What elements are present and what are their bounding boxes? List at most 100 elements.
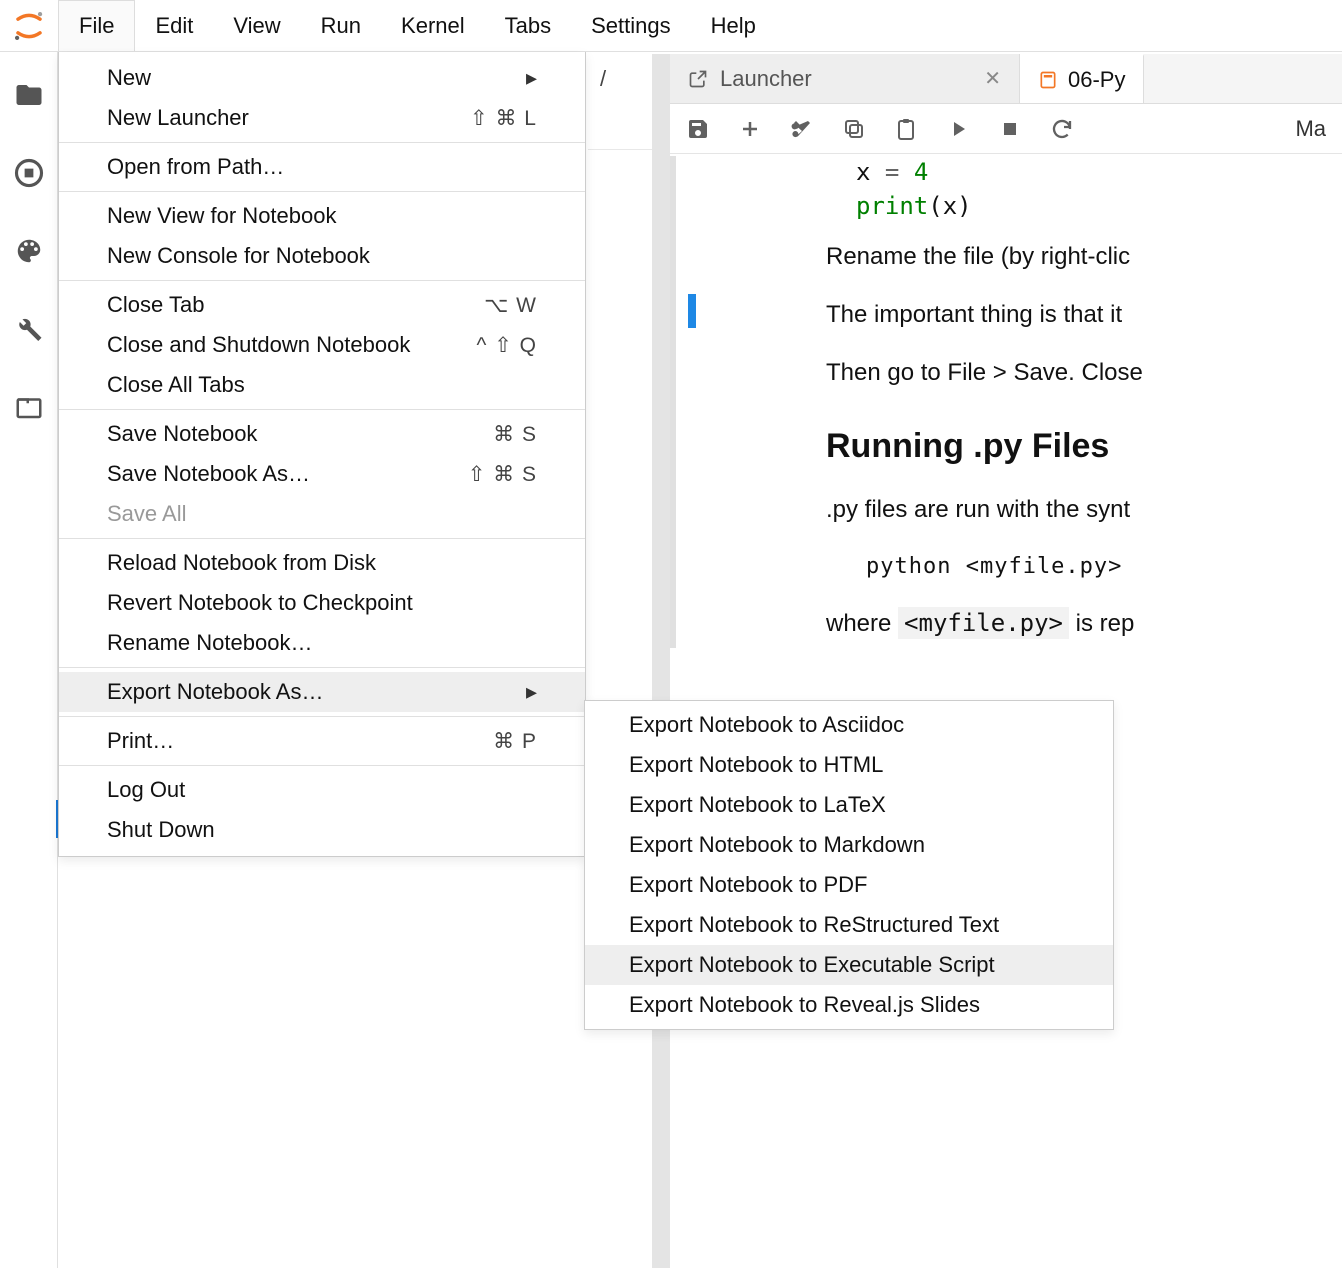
menu-item-new-launcher[interactable]: New Launcher ⇧ ⌘ L <box>59 98 585 138</box>
palette-icon[interactable] <box>14 236 44 266</box>
menu-item-label: Close and Shutdown Notebook <box>107 332 410 358</box>
menu-item-label: Save Notebook <box>107 421 257 447</box>
markdown-code[interactable]: python <myfile.py> <box>696 534 1342 589</box>
menu-item-open-from-path[interactable]: Open from Path… <box>59 147 585 187</box>
run-icon[interactable] <box>946 117 970 141</box>
menu-item-rename-notebook[interactable]: Rename Notebook… <box>59 623 585 663</box>
menubar-item-kernel[interactable]: Kernel <box>381 0 485 51</box>
restart-icon[interactable] <box>1050 117 1074 141</box>
submenu-item-export-notebook-to-reveal-js-slides[interactable]: Export Notebook to Reveal.js Slides <box>585 985 1113 1025</box>
markdown-text[interactable]: The important thing is that it <box>696 281 1342 339</box>
save-icon[interactable] <box>686 117 710 141</box>
menu-item-reload-notebook-from-disk[interactable]: Reload Notebook from Disk <box>59 543 585 583</box>
menu-item-label: Reload Notebook from Disk <box>107 550 376 576</box>
menu-item-label: New Launcher <box>107 105 249 131</box>
export-submenu: Export Notebook to Asciidoc Export Notebo… <box>584 700 1114 1030</box>
chevron-right-icon: ▸ <box>526 679 537 705</box>
tab-bar: Launcher ✕ 06-Py <box>670 54 1342 104</box>
menu-separator <box>59 191 585 192</box>
panel-divider[interactable] <box>652 54 670 1268</box>
menu-separator <box>59 716 585 717</box>
running-icon[interactable] <box>14 158 44 188</box>
menu-item-print[interactable]: Print…⌘ P <box>59 721 585 761</box>
menu-item-label: Log Out <box>107 777 185 803</box>
tabs-icon[interactable] <box>14 392 44 422</box>
cut-icon[interactable] <box>790 117 814 141</box>
menu-item-save-notebook[interactable]: Save Notebook⌘ S <box>59 414 585 454</box>
menu-separator <box>59 538 585 539</box>
submenu-item-label: Export Notebook to HTML <box>629 752 883 778</box>
menu-item-label: Rename Notebook… <box>107 630 312 656</box>
tab-launcher-label: Launcher <box>720 66 812 92</box>
menu-item-export-notebook-as[interactable]: Export Notebook As… ▸ <box>59 672 585 712</box>
menu-item-log-out[interactable]: Log Out <box>59 770 585 810</box>
close-icon[interactable]: ✕ <box>984 66 1001 91</box>
chevron-right-icon: ▸ <box>526 65 537 91</box>
paste-icon[interactable] <box>894 117 918 141</box>
tab-notebook-label: 06-Py <box>1068 67 1125 93</box>
markdown-text[interactable]: where <myfile.py> is rep <box>696 589 1342 648</box>
menu-separator <box>59 280 585 281</box>
menu-shortcut: ⇧ ⌘ L <box>470 106 537 131</box>
cell-type-selector[interactable]: Ma <box>1295 116 1326 142</box>
menu-item-revert-notebook-to-checkpoint[interactable]: Revert Notebook to Checkpoint <box>59 583 585 623</box>
submenu-item-label: Export Notebook to Markdown <box>629 832 925 858</box>
markdown-heading[interactable]: Running .py Files <box>696 397 1342 476</box>
submenu-item-export-notebook-to-latex[interactable]: Export Notebook to LaTeX <box>585 785 1113 825</box>
menu-shortcut: ^ ⇧ Q <box>477 333 537 358</box>
menu-item-new-view-for-notebook[interactable]: New View for Notebook <box>59 196 585 236</box>
jupyter-logo[interactable] <box>0 0 58 51</box>
submenu-item-label: Export Notebook to LaTeX <box>629 792 886 818</box>
submenu-item-label: Export Notebook to Asciidoc <box>629 712 904 738</box>
submenu-item-export-notebook-to-executable-script[interactable]: Export Notebook to Executable Script <box>585 945 1113 985</box>
breadcrumb-slash[interactable]: / <box>600 66 606 92</box>
menubar-item-view[interactable]: View <box>213 0 300 51</box>
menu-separator <box>59 142 585 143</box>
notebook-toolbar: Ma <box>670 104 1342 154</box>
menu-item-save-all: Save All <box>59 494 585 534</box>
menu-item-label: Shut Down <box>107 817 215 843</box>
stop-icon[interactable] <box>998 117 1022 141</box>
menu-item-close-all-tabs[interactable]: Close All Tabs <box>59 365 585 405</box>
menu-item-label: Export Notebook As… <box>107 679 323 705</box>
menu-separator <box>59 409 585 410</box>
submenu-item-export-notebook-to-markdown[interactable]: Export Notebook to Markdown <box>585 825 1113 865</box>
file-menu: New▸ New Launcher ⇧ ⌘ L Open from Path… New … <box>58 52 586 857</box>
submenu-item-export-notebook-to-restructured-text[interactable]: Export Notebook to ReStructured Text <box>585 905 1113 945</box>
tab-launcher[interactable]: Launcher ✕ <box>670 54 1020 103</box>
submenu-item-export-notebook-to-asciidoc[interactable]: Export Notebook to Asciidoc <box>585 705 1113 745</box>
menubar: FileEditViewRunKernelTabsSettingsHelp <box>0 0 1342 52</box>
submenu-item-export-notebook-to-html[interactable]: Export Notebook to HTML <box>585 745 1113 785</box>
menu-item-save-notebook-as[interactable]: Save Notebook As… ⇧ ⌘ S <box>59 454 585 494</box>
menu-separator <box>59 667 585 668</box>
notebook-content: x = 4 print(x) Rename the file (by right… <box>670 156 1342 648</box>
markdown-text[interactable]: .py files are run with the synt <box>696 476 1342 534</box>
menu-item-label: Close Tab <box>107 292 204 318</box>
code-cell[interactable]: x = 4 print(x) <box>696 156 1342 223</box>
submenu-item-label: Export Notebook to Reveal.js Slides <box>629 992 980 1018</box>
menu-item-new[interactable]: New▸ <box>59 58 585 98</box>
menubar-item-help[interactable]: Help <box>691 0 776 51</box>
submenu-item-export-notebook-to-pdf[interactable]: Export Notebook to PDF <box>585 865 1113 905</box>
markdown-text[interactable]: Rename the file (by right-clic <box>696 223 1342 281</box>
menu-item-close-tab[interactable]: Close Tab⌥ W <box>59 285 585 325</box>
copy-icon[interactable] <box>842 117 866 141</box>
folder-icon[interactable] <box>14 80 44 110</box>
menu-item-new-console-for-notebook[interactable]: New Console for Notebook <box>59 236 585 276</box>
menubar-item-run[interactable]: Run <box>301 0 381 51</box>
menubar-item-edit[interactable]: Edit <box>135 0 213 51</box>
add-icon[interactable] <box>738 117 762 141</box>
submenu-item-label: Export Notebook to Executable Script <box>629 952 995 978</box>
menubar-item-settings[interactable]: Settings <box>571 0 691 51</box>
menubar-item-file[interactable]: File <box>58 0 135 51</box>
menu-item-label: Save Notebook As… <box>107 461 310 487</box>
tab-notebook[interactable]: 06-Py <box>1020 54 1144 103</box>
menu-item-close-and-shutdown-notebook[interactable]: Close and Shutdown Notebook ^ ⇧ Q <box>59 325 585 365</box>
menu-item-label: Save All <box>107 501 187 527</box>
menu-item-shut-down[interactable]: Shut Down <box>59 810 585 850</box>
wrench-icon[interactable] <box>14 314 44 344</box>
menubar-item-tabs[interactable]: Tabs <box>485 0 571 51</box>
menu-shortcut: ⇧ ⌘ S <box>468 462 537 487</box>
markdown-text[interactable]: Then go to File > Save. Close <box>696 339 1342 397</box>
left-sidebar <box>0 52 58 1268</box>
